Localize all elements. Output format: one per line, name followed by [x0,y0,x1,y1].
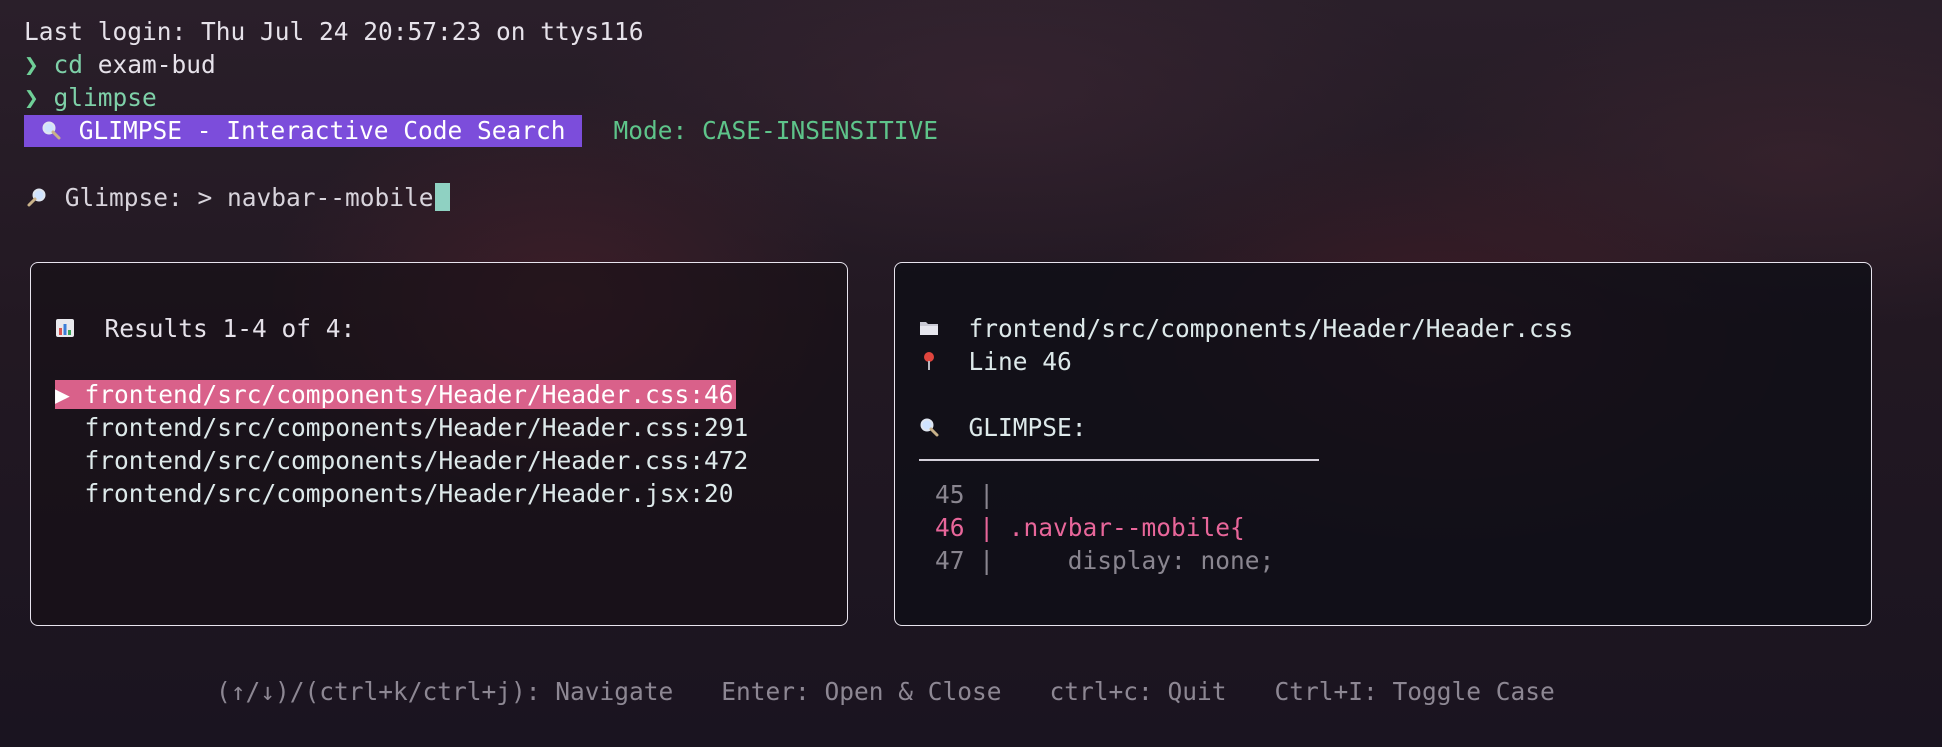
selection-marker: ▶ [55,380,70,409]
code-line-number: 45 [935,480,965,509]
glimpse-header: GLIMPSE - Interactive Code Search Mode: C… [24,115,938,147]
preview-file-path: frontend/src/components/Header/Header.cs… [919,313,1573,345]
hint-quit: ctrl+c: Quit [1049,677,1227,706]
result-item-selected[interactable]: ▶ frontend/src/components/Header/Header.… [55,379,736,411]
results-heading: Results 1-4 of 4: [55,313,355,345]
code-line: 47 | display: none; [935,545,1274,577]
bar-chart-icon [55,314,75,343]
result-path: frontend/src/components/Header/Header.cs… [84,413,749,442]
result-item[interactable]: ▶ frontend/src/components/Header/Header.… [55,380,736,409]
code-line-number: 47 [935,546,965,575]
search-line[interactable]: Glimpse: > navbar--mobile [24,182,450,214]
code-separator: | [964,480,995,509]
banner-title: GLIMPSE - Interactive Code Search [78,116,566,145]
command-argument: exam-bud [83,50,216,79]
magnifier-tilted-icon [24,182,50,214]
preview-section-label: GLIMPSE: [919,412,1087,444]
magnifier-icon [38,115,64,147]
command-name: cd [53,50,84,79]
result-path: frontend/src/components/Header/Header.js… [84,479,734,508]
line-label: Line 46 [968,347,1072,376]
glimpse-banner: GLIMPSE - Interactive Code Search [24,115,582,147]
result-item[interactable]: frontend/src/components/Header/Header.cs… [55,412,749,444]
command-line-glimpse: ❯ glimpse [24,82,157,114]
code-text: .navbar--mobile{ [994,513,1245,542]
code-separator: | [964,546,995,575]
hint-toggle-case: Ctrl+I: Toggle Case [1274,677,1555,706]
code-text: display: none; [994,546,1275,575]
preview-panel: frontend/src/components/Header/Header.cs… [894,262,1872,626]
folder-icon [919,314,939,343]
pushpin-icon [919,347,939,376]
result-item[interactable]: frontend/src/components/Header/Header.cs… [55,445,749,477]
result-path: frontend/src/components/Header/Header.cs… [84,380,734,409]
command-line-cd: ❯ cd exam-bud [24,49,216,81]
last-login-line: Last login: Thu Jul 24 20:57:23 on ttys1… [24,17,644,46]
code-line-highlighted: 46 | .navbar--mobile{ [935,512,1245,544]
prompt-symbol: ❯ [24,83,39,112]
preview-divider [919,459,1319,461]
results-heading-text: Results 1-4 of 4: [104,314,356,343]
file-path-text: frontend/src/components/Header/Header.cs… [968,314,1574,343]
hint-open-close: Enter: Open & Close [721,677,1002,706]
code-line: 45 | [935,479,994,511]
case-mode-indicator: Mode: CASE-INSENSITIVE [613,116,939,145]
keybinding-help: (↑/↓)/(ctrl+k/ctrl+j): Navigate Enter: Op… [216,676,1603,708]
search-prompt-label: Glimpse: > [64,183,228,212]
code-line-number: 46 [935,513,965,542]
prompt-symbol: ❯ [24,50,39,79]
preview-line-number: Line 46 [919,346,1072,378]
section-label-text: GLIMPSE: [968,413,1087,442]
result-item[interactable]: frontend/src/components/Header/Header.js… [55,478,734,510]
code-separator: | [964,513,995,542]
magnifier-icon [919,413,939,442]
command-name: glimpse [53,83,157,112]
text-cursor [434,183,450,211]
results-panel: Results 1-4 of 4: ▶ frontend/src/compone… [30,262,848,626]
result-path: frontend/src/components/Header/Header.cs… [84,446,749,475]
search-input[interactable]: navbar--mobile [227,183,434,212]
hint-navigate: (↑/↓)/(ctrl+k/ctrl+j): Navigate [216,677,674,706]
